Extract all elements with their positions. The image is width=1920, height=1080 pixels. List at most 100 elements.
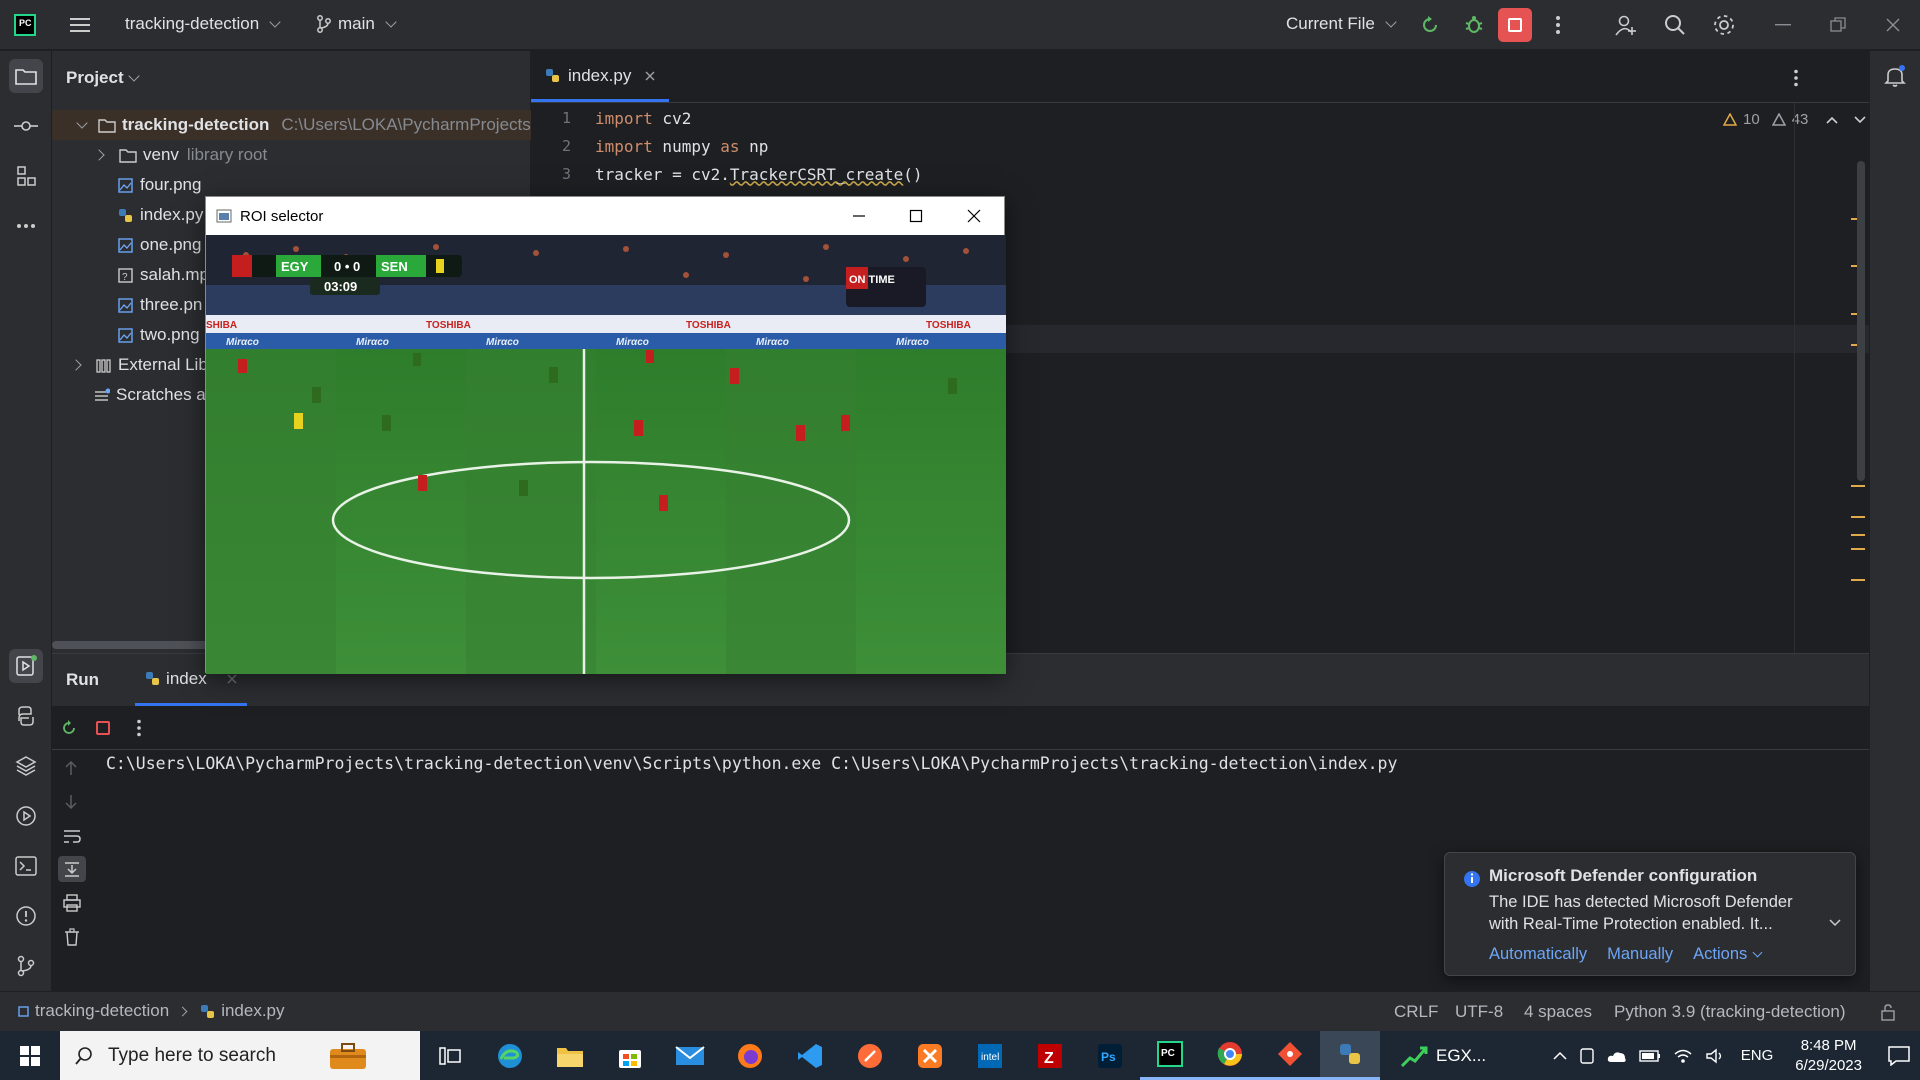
notification-center-icon[interactable] (1888, 1045, 1910, 1066)
manually-link[interactable]: Manually (1607, 945, 1673, 964)
previous-highlight-icon[interactable] (1826, 115, 1838, 125)
breadcrumb-project[interactable]: tracking-detection (35, 1001, 169, 1021)
indent-widget[interactable]: 4 spaces (1524, 1002, 1592, 1022)
settings-gear-icon[interactable] (1707, 8, 1741, 42)
tree-item-venv[interactable]: venv library root (52, 140, 531, 170)
windows-logo-icon (20, 1045, 40, 1066)
structure-icon[interactable] (9, 159, 43, 193)
close-tab-icon[interactable] (645, 71, 655, 81)
branch-switcher[interactable]: main (316, 14, 397, 34)
editor-options-icon[interactable] (1793, 69, 1799, 92)
commit-icon[interactable] (9, 109, 43, 143)
filezilla-icon[interactable]: Z (1020, 1031, 1080, 1080)
automatically-link[interactable]: Automatically (1489, 945, 1587, 964)
scroll-up-icon[interactable] (64, 760, 78, 776)
microsoft-store-icon[interactable] (600, 1031, 660, 1080)
project-folder-icon[interactable] (9, 59, 43, 93)
breadcrumb-file[interactable]: index.py (221, 1001, 284, 1021)
meet-now-icon[interactable] (1579, 1047, 1595, 1065)
soft-wrap-icon[interactable] (63, 828, 81, 844)
volume-icon[interactable] (1705, 1048, 1725, 1064)
battery-icon[interactable] (1639, 1049, 1661, 1062)
expand-chevron-icon[interactable] (1829, 919, 1841, 927)
postman-icon[interactable] (840, 1031, 900, 1080)
clock[interactable]: 8:48 PM 6/29/2023 (1795, 1036, 1862, 1076)
roi-window-titlebar[interactable]: ROI selector (206, 197, 1004, 235)
python-console-icon[interactable] (9, 699, 43, 733)
show-hidden-icons-chevron[interactable] (1553, 1051, 1567, 1061)
run-config-selector[interactable]: Current File (1286, 14, 1397, 34)
roi-maximize-button[interactable] (909, 209, 923, 223)
intel-graphics-icon[interactable]: intel (960, 1031, 1020, 1080)
pycharm-logo-icon[interactable]: PC (14, 14, 36, 36)
git-client-icon[interactable] (1260, 1031, 1320, 1080)
taskbar-search-box[interactable]: Type here to search (60, 1031, 420, 1080)
stop-button[interactable] (1498, 8, 1532, 42)
firefox-icon[interactable] (720, 1031, 780, 1080)
stock-widget[interactable]: EGX... (1380, 1031, 1500, 1080)
window-restore-button[interactable] (1821, 8, 1855, 42)
python-packages-icon[interactable] (9, 749, 43, 783)
edge-browser-icon[interactable] (480, 1031, 540, 1080)
add-user-icon[interactable] (1609, 8, 1643, 42)
rerun-icon[interactable] (1413, 8, 1447, 42)
search-icon[interactable] (1658, 8, 1692, 42)
onedrive-cloud-icon[interactable] (1607, 1049, 1627, 1063)
roi-close-button[interactable] (967, 209, 981, 223)
project-panel-header[interactable]: Project (52, 51, 530, 105)
code-line-2[interactable]: 2 import numpy as np (531, 132, 1731, 160)
window-close-button[interactable] (1876, 8, 1910, 42)
input-language[interactable]: ENG (1741, 1047, 1774, 1064)
git-icon[interactable] (9, 949, 43, 983)
window-minimize-button[interactable] (1766, 8, 1800, 42)
scroll-to-end-button[interactable] (58, 856, 86, 882)
services-icon[interactable] (9, 799, 43, 833)
encoding-widget[interactable]: UTF-8 (1455, 1002, 1503, 1022)
debug-icon[interactable] (1457, 8, 1491, 42)
problems-icon[interactable] (9, 899, 43, 933)
run-panel-title[interactable]: Run (66, 670, 99, 690)
file-explorer-icon[interactable] (540, 1031, 600, 1080)
xampp-icon[interactable] (900, 1031, 960, 1080)
tab-index-py[interactable]: index.py (531, 52, 670, 102)
terminal-icon[interactable] (9, 849, 43, 883)
photoshop-icon[interactable]: Ps (1080, 1031, 1140, 1080)
chrome-icon[interactable] (1200, 1031, 1260, 1080)
task-view-icon[interactable] (420, 1031, 480, 1080)
stop-icon[interactable] (96, 720, 110, 735)
code-line-3[interactable]: 3 tracker = cv2.TrackerCSRT_create() (531, 160, 1731, 188)
trash-icon[interactable] (64, 928, 80, 946)
lock-icon[interactable] (1880, 1003, 1896, 1021)
project-switcher[interactable]: tracking-detection (125, 14, 281, 34)
wifi-icon[interactable] (1673, 1048, 1693, 1064)
line-separator-widget[interactable]: CRLF (1394, 1002, 1438, 1022)
more-tools-icon[interactable] (9, 209, 43, 243)
notifications-bell-icon[interactable] (1883, 64, 1907, 93)
rerun-icon[interactable] (60, 719, 78, 737)
close-tab-icon[interactable] (227, 674, 237, 684)
project-name: tracking-detection (125, 14, 260, 33)
mail-icon[interactable] (660, 1031, 720, 1080)
actions-dropdown[interactable]: Actions (1693, 945, 1763, 964)
tree-root-tracking-detection[interactable]: tracking-detection C:\Users\LOKA\Pycharm… (52, 110, 531, 140)
vscode-icon[interactable] (780, 1031, 840, 1080)
video-frame-canvas[interactable]: TOSHIBA TOSHIBA TOSHIBA SHIBA Mirαco Mirαco M… (206, 235, 1006, 674)
interpreter-widget[interactable]: Python 3.9 (tracking-detection) (1614, 1002, 1846, 1022)
windows-start-button[interactable] (0, 1031, 60, 1080)
roi-minimize-button[interactable] (852, 210, 866, 222)
horizontal-scrollbar[interactable] (52, 641, 212, 649)
image-file-icon (118, 327, 133, 343)
editor-vertical-scrollbar[interactable] (1857, 161, 1865, 481)
svg-text:Mirαco: Mirαco (896, 337, 929, 348)
more-actions-icon[interactable] (136, 719, 142, 737)
scroll-down-icon[interactable] (64, 794, 78, 810)
next-highlight-icon[interactable] (1854, 115, 1866, 125)
code-line-1[interactable]: 1 import cv2 (531, 104, 1731, 132)
more-actions-icon[interactable] (1541, 8, 1575, 42)
print-icon[interactable] (63, 894, 81, 912)
pycharm-taskbar-icon[interactable]: PC (1140, 1031, 1200, 1080)
run-tool-icon[interactable] (9, 649, 43, 683)
python-window-icon[interactable] (1320, 1031, 1380, 1080)
console-output-line[interactable]: C:\Users\LOKA\PycharmProjects\tracking-d… (106, 754, 1397, 773)
main-menu-icon[interactable] (63, 8, 97, 42)
